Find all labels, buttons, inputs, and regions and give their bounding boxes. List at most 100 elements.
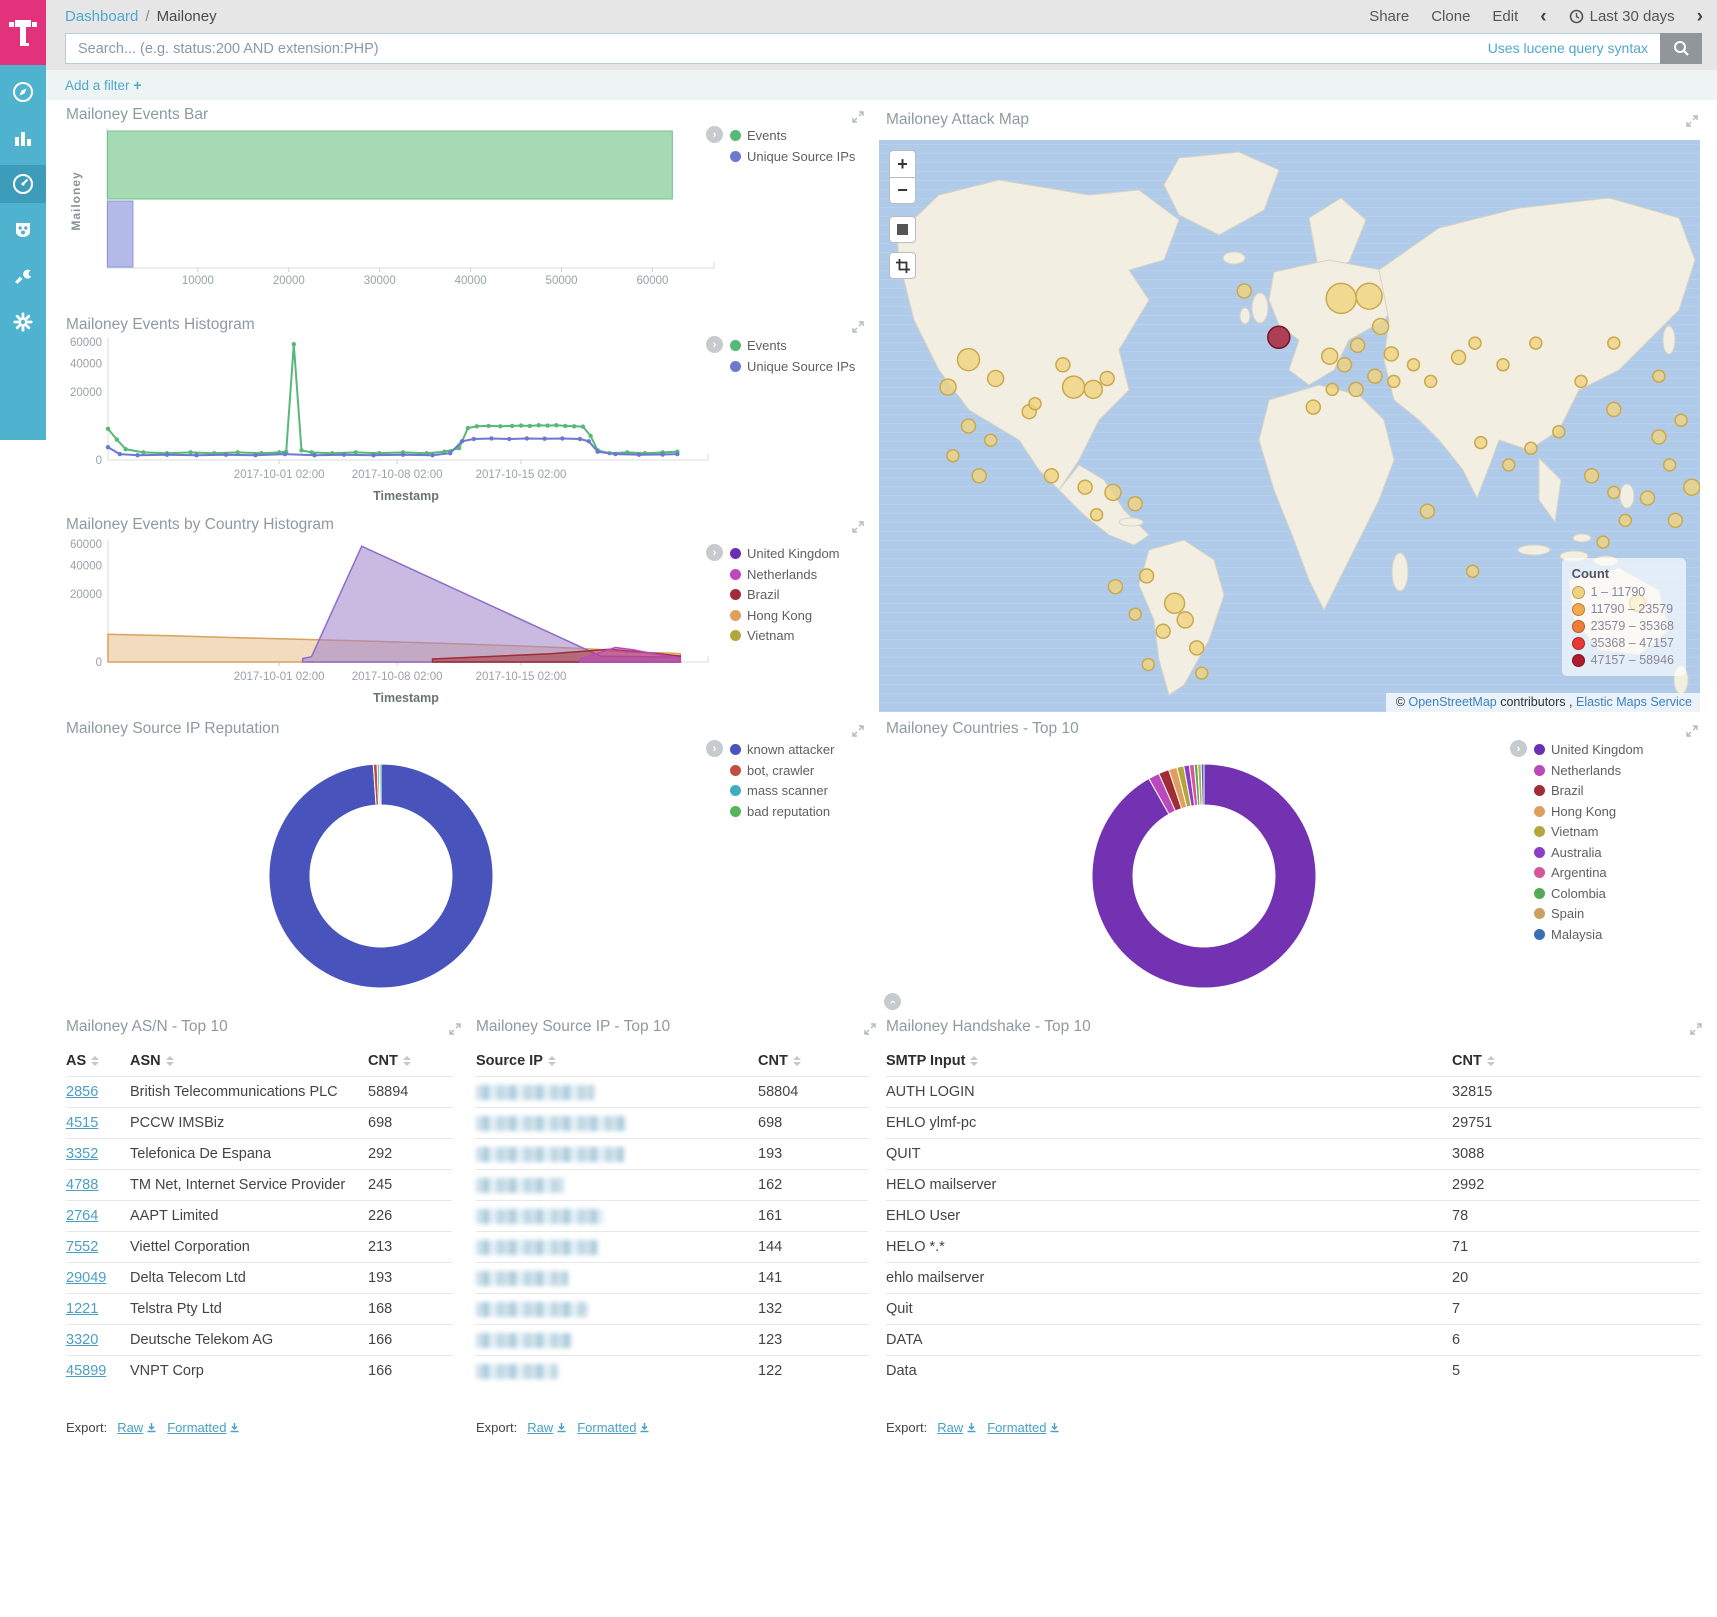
expand-map-icon[interactable]: [1686, 114, 1698, 126]
country-legend-item[interactable]: United Kingdom: [730, 546, 840, 561]
table-row[interactable]: Quit7: [886, 1293, 1700, 1324]
as-number-link[interactable]: 45899: [66, 1363, 106, 1379]
expand-events-histogram-icon[interactable]: [852, 320, 864, 332]
as-number-link[interactable]: 29049: [66, 1270, 106, 1286]
countries-legend-item[interactable]: Argentina: [1534, 865, 1644, 880]
table-row[interactable]: 45899VNPT Corp166: [66, 1355, 452, 1386]
table-row[interactable]: 132: [476, 1293, 868, 1324]
table-row[interactable]: 698: [476, 1107, 868, 1138]
export-raw-link[interactable]: Raw: [117, 1420, 157, 1435]
countries-legend-item[interactable]: Brazil: [1534, 783, 1644, 798]
as-number-link[interactable]: 2856: [66, 1084, 98, 1100]
sidebar-item-visualize[interactable]: [0, 119, 46, 157]
table-row[interactable]: 4515PCCW IMSBiz698: [66, 1107, 452, 1138]
table-row[interactable]: 58804: [476, 1076, 868, 1107]
export-formatted-link[interactable]: Formatted: [987, 1420, 1060, 1435]
as-number-link[interactable]: 2764: [66, 1208, 98, 1224]
expand-handshake-table-icon[interactable]: [1690, 1022, 1702, 1034]
asn-table-col-asn[interactable]: ASN: [130, 1053, 368, 1069]
legend-toggle-icon[interactable]: ›: [706, 740, 723, 757]
table-row[interactable]: 193: [476, 1138, 868, 1169]
sort-icon[interactable]: [548, 1056, 556, 1066]
table-row[interactable]: EHLO User78: [886, 1200, 1700, 1231]
table-row[interactable]: HELO mailserver2992: [886, 1169, 1700, 1200]
fit-bounds-button[interactable]: [889, 216, 916, 243]
table-row[interactable]: 29049Delta Telecom Ltd193: [66, 1262, 452, 1293]
sort-icon[interactable]: [403, 1056, 411, 1066]
share-button[interactable]: Share: [1369, 8, 1409, 25]
sort-icon[interactable]: [91, 1056, 99, 1066]
country-legend-item[interactable]: Netherlands: [730, 567, 840, 582]
table-row[interactable]: 7552Viettel Corporation213: [66, 1231, 452, 1262]
events-bar-legend-item[interactable]: Events: [730, 128, 855, 143]
table-row[interactable]: HELO *.*71: [886, 1231, 1700, 1262]
export-formatted-link[interactable]: Formatted: [577, 1420, 650, 1435]
attack-map[interactable]: + − Count 1 – 1179011790 – 2357923579 – …: [879, 140, 1700, 712]
events-bar-chart[interactable]: 100002000030000400005000060000Mailoney: [66, 126, 806, 311]
sidebar-item-dashboard[interactable]: [0, 165, 46, 203]
export-raw-link[interactable]: Raw: [527, 1420, 567, 1435]
countries-legend-item[interactable]: Netherlands: [1534, 763, 1644, 778]
time-back-button[interactable]: ‹: [1540, 7, 1546, 26]
countries-donut-chart[interactable]: [1079, 751, 1329, 1006]
legend-toggle-icon[interactable]: ›: [706, 336, 723, 353]
table-row[interactable]: QUIT3088: [886, 1138, 1700, 1169]
table-row[interactable]: EHLO ylmf-pc29751: [886, 1107, 1700, 1138]
table-row[interactable]: 4788TM Net, Internet Service Provider245: [66, 1169, 452, 1200]
app-logo[interactable]: [0, 0, 46, 65]
edit-button[interactable]: Edit: [1492, 8, 1518, 25]
export-raw-link[interactable]: Raw: [937, 1420, 977, 1435]
legend-toggle-icon[interactable]: ›: [706, 126, 723, 143]
reputation-legend-item[interactable]: mass scanner: [730, 783, 834, 798]
sort-icon[interactable]: [970, 1056, 978, 1066]
country-legend-item[interactable]: Vietnam: [730, 628, 840, 643]
table-row[interactable]: 1221Telstra Pty Ltd168: [66, 1293, 452, 1324]
sourceip-table-col-cnt[interactable]: CNT: [758, 1053, 868, 1069]
countries-legend-item[interactable]: United Kingdom: [1534, 742, 1644, 757]
table-row[interactable]: 162: [476, 1169, 868, 1200]
sidebar-item-management[interactable]: [0, 303, 46, 341]
expand-countries-icon[interactable]: [1686, 724, 1698, 736]
events-bar-legend-item[interactable]: Unique Source IPs: [730, 149, 855, 164]
countries-legend-item[interactable]: Hong Kong: [1534, 804, 1644, 819]
sourceip-table-col-source-ip[interactable]: Source IP: [476, 1053, 758, 1069]
as-number-link[interactable]: 4788: [66, 1177, 98, 1193]
elastic-maps-link[interactable]: Elastic Maps Service: [1576, 695, 1692, 709]
table-row[interactable]: 161: [476, 1200, 868, 1231]
sort-icon[interactable]: [166, 1056, 174, 1066]
breadcrumb-dashboard-link[interactable]: Dashboard: [65, 8, 138, 25]
table-row[interactable]: 144: [476, 1231, 868, 1262]
country-legend-item[interactable]: Hong Kong: [730, 608, 840, 623]
openstreetmap-link[interactable]: OpenStreetMap: [1409, 695, 1497, 709]
reputation-donut-chart[interactable]: [256, 751, 506, 1006]
table-row[interactable]: ehlo mailserver20: [886, 1262, 1700, 1293]
time-forward-button[interactable]: ›: [1697, 7, 1703, 26]
handshake-table-col-cnt[interactable]: CNT: [1452, 1053, 1700, 1069]
table-row[interactable]: AUTH LOGIN32815: [886, 1076, 1700, 1107]
collapse-panel-button[interactable]: ›: [884, 993, 901, 1010]
as-number-link[interactable]: 7552: [66, 1239, 98, 1255]
draw-filter-button[interactable]: [889, 252, 916, 279]
sidebar-item-timelion[interactable]: [0, 211, 46, 249]
expand-asn-table-icon[interactable]: [449, 1022, 461, 1034]
expand-country-histogram-icon[interactable]: [852, 520, 864, 532]
countries-legend-item[interactable]: Vietnam: [1534, 824, 1644, 839]
events-histogram-legend-item[interactable]: Unique Source IPs: [730, 359, 855, 374]
as-number-link[interactable]: 3320: [66, 1332, 98, 1348]
legend-toggle-icon[interactable]: ›: [1510, 740, 1527, 757]
time-range-picker[interactable]: Last 30 days: [1569, 8, 1675, 25]
sort-icon[interactable]: [1487, 1056, 1495, 1066]
expand-sourceip-table-icon[interactable]: [864, 1022, 876, 1034]
countries-legend-item[interactable]: Colombia: [1534, 886, 1644, 901]
events-histogram-legend-item[interactable]: Events: [730, 338, 855, 353]
search-button[interactable]: [1660, 33, 1702, 64]
asn-table-col-as[interactable]: AS: [66, 1053, 130, 1069]
zoom-out-button[interactable]: −: [889, 177, 916, 204]
table-row[interactable]: 123: [476, 1324, 868, 1355]
as-number-link[interactable]: 1221: [66, 1301, 98, 1317]
sidebar-item-dev-tools[interactable]: [0, 257, 46, 295]
country-histogram-chart[interactable]: 60000400002000002017-10-01 02:002017-10-…: [66, 536, 806, 713]
legend-toggle-icon[interactable]: ›: [706, 544, 723, 561]
table-row[interactable]: 3352Telefonica De Espana292: [66, 1138, 452, 1169]
clone-button[interactable]: Clone: [1431, 8, 1470, 25]
